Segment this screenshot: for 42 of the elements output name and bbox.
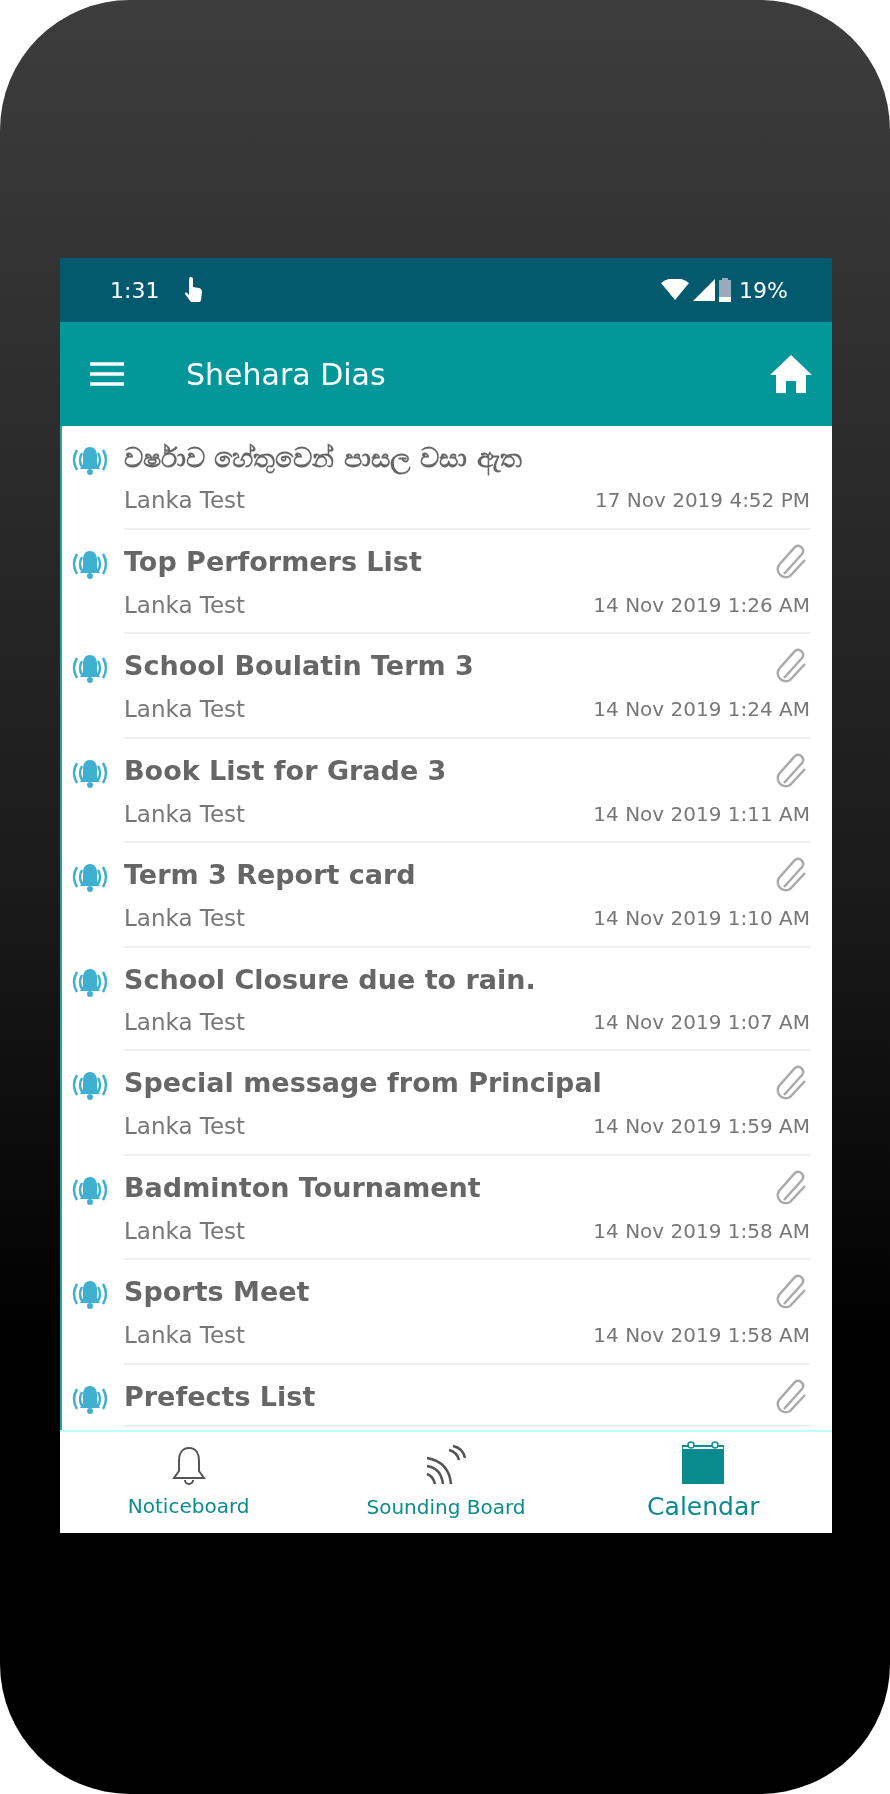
battery-percentage: 19% — [739, 276, 788, 305]
notice-sender: Lanka Test — [124, 486, 246, 516]
notice-date: 14 Nov 2019 1:07 AM — [593, 1008, 810, 1036]
home-button[interactable] — [770, 355, 812, 393]
notice-sender: Lanka Test — [124, 1112, 246, 1142]
bell-icon — [171, 1444, 206, 1487]
notice-sender: Lanka Test — [124, 590, 246, 620]
status-time: 1:31 — [110, 276, 160, 305]
notice-title[interactable]: Badminton Tournament — [124, 1169, 481, 1205]
notice-date: 14 Nov 2019 1:24 AM — [593, 696, 810, 724]
notice-title[interactable]: Sports Meet — [124, 1274, 310, 1310]
nav-tab[interactable]: Noticeboard — [60, 1432, 318, 1533]
notice-sender: Lanka Test — [124, 695, 246, 725]
notice-title[interactable]: Prefects List — [124, 1378, 316, 1414]
menu-button[interactable] — [90, 361, 124, 387]
notice-sender: Lanka Test — [124, 904, 246, 934]
notice-title[interactable]: වර්ෂාව හේතුවෙන් පාසල වසා ඇත — [124, 440, 522, 476]
notice-title[interactable]: School Boulatin Term 3 — [124, 648, 474, 684]
nav-tab[interactable]: Calendar — [574, 1432, 832, 1533]
notice-title[interactable]: School Closure due to rain. — [124, 961, 536, 997]
notice-title[interactable]: Book List for Grade 3 — [124, 752, 447, 788]
notice-title[interactable]: Term 3 Report card — [124, 857, 416, 893]
wifi-icon — [661, 279, 690, 301]
notice-title[interactable]: Top Performers List — [124, 543, 422, 579]
notice-sender: Lanka Test — [124, 1216, 246, 1246]
notice-date: 14 Nov 2019 1:10 AM — [593, 905, 810, 933]
nav-tab[interactable]: Sounding Board — [317, 1432, 575, 1533]
notice-date: 14 Nov 2019 1:58 AM — [593, 1322, 810, 1350]
notice-sender: Lanka Test — [124, 799, 246, 829]
hand-pointer-icon — [183, 277, 204, 303]
calendar-icon — [682, 1439, 725, 1484]
notice-date: 14 Nov 2019 1:26 AM — [593, 591, 810, 619]
notice-date: 14 Nov 2019 1:59 AM — [593, 1113, 810, 1141]
battery-icon — [719, 278, 732, 302]
notice-date: 17 Nov 2019 4:52 PM — [594, 487, 810, 515]
notice-date: 14 Nov 2019 1:58 AM — [593, 1217, 810, 1245]
signal-icon — [693, 279, 716, 301]
notice-sender: Lanka Test — [124, 1321, 246, 1351]
notice-title[interactable]: Special message from Principal — [124, 1065, 602, 1101]
app-title: Shehara Dias — [186, 355, 386, 394]
notice-date: 14 Nov 2019 1:11 AM — [593, 800, 810, 828]
notice-sender: Lanka Test — [124, 1007, 246, 1037]
